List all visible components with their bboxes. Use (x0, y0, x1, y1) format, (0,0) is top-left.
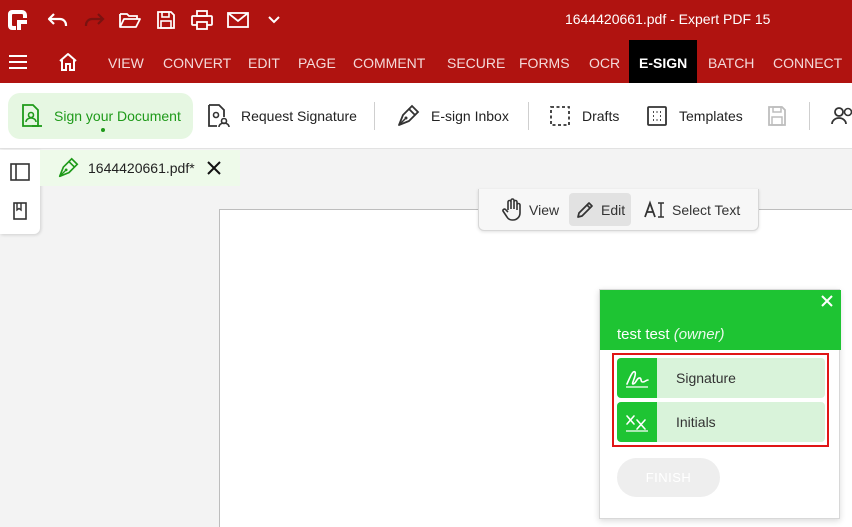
signature-field-label: Signature (676, 370, 736, 386)
initials-field-button[interactable]: Initials (617, 402, 825, 442)
undo-icon[interactable] (42, 0, 74, 40)
signer-name: test test (617, 326, 670, 343)
tab-page[interactable]: PAGE (298, 40, 336, 83)
hand-icon (502, 197, 521, 221)
request-signature-icon (208, 104, 230, 128)
tab-comment[interactable]: COMMENT (353, 40, 425, 83)
view-mode-button[interactable]: View (495, 193, 565, 226)
tab-view[interactable]: VIEW (108, 40, 144, 83)
side-panel (0, 150, 40, 234)
pen-nib-icon (56, 156, 80, 180)
select-text-button[interactable]: Select Text (638, 193, 746, 226)
tab-batch[interactable]: BATCH (708, 40, 754, 83)
sign-your-document-button[interactable]: Sign your Document (8, 93, 193, 139)
close-icon[interactable] (819, 293, 835, 309)
sign-your-document-label: Sign your Document (54, 108, 181, 124)
mode-toolbar: View Edit Select Text (478, 189, 759, 231)
email-icon[interactable] (222, 0, 254, 40)
templates-icon (647, 106, 667, 126)
app-logo-icon[interactable] (2, 0, 34, 40)
title-bar: 1644420661.pdf - Expert PDF 15 (0, 0, 852, 40)
drafts-label: Drafts (582, 108, 620, 124)
tab-edit[interactable]: EDIT (248, 40, 280, 83)
drafts-icon (550, 106, 570, 126)
sign-panel: test test (owner) Signature Initials FIN… (599, 289, 841, 519)
users-icon (831, 107, 852, 125)
esign-inbox-label: E-sign Inbox (431, 108, 509, 124)
save-template-icon (768, 106, 786, 126)
pen-nib-icon (398, 104, 420, 126)
bookmark-icon[interactable] (9, 200, 31, 222)
tab-convert[interactable]: CONVERT (163, 40, 231, 83)
tab-secure[interactable]: SECURE (447, 40, 505, 83)
active-indicator (100, 128, 105, 132)
home-icon[interactable] (58, 40, 78, 83)
tab-esign[interactable]: E-SIGN (629, 40, 698, 83)
save-template-button (766, 93, 798, 139)
panel-toggle-icon[interactable] (9, 161, 31, 183)
initials-field-label: Initials (676, 414, 716, 430)
tab-ocr[interactable]: OCR (589, 40, 620, 83)
sign-panel-header: test test (owner) (600, 290, 841, 350)
hamburger-menu-icon[interactable] (8, 40, 28, 83)
ribbon-divider (528, 102, 529, 130)
ribbon-divider (809, 102, 810, 130)
templates-button[interactable]: Templates (645, 93, 743, 139)
request-signature-label: Request Signature (241, 108, 357, 124)
signature-icon (617, 358, 657, 398)
request-signature-button[interactable]: Request Signature (205, 93, 357, 139)
text-cursor-icon (644, 199, 664, 218)
initials-icon (617, 402, 657, 442)
ribbon: Sign your Document Request Signature E-s… (0, 83, 852, 149)
signer-role: (owner) (673, 326, 725, 343)
document-tab-name: 1644420661.pdf* (88, 160, 195, 176)
document-tab[interactable]: 1644420661.pdf* (40, 150, 240, 186)
templates-label: Templates (679, 108, 743, 124)
open-folder-icon[interactable] (114, 0, 146, 40)
chevron-down-icon[interactable] (258, 0, 290, 40)
edit-mode-label: Edit (601, 201, 626, 218)
document-user-icon (22, 104, 42, 127)
signature-field-button[interactable]: Signature (617, 358, 825, 398)
edit-mode-button[interactable]: Edit (569, 193, 632, 226)
menu-bar: VIEW CONVERT EDIT PAGE COMMENT SECURE FO… (0, 40, 852, 83)
ribbon-divider (374, 102, 375, 130)
pencil-icon (577, 201, 593, 218)
esign-inbox-button[interactable]: E-sign Inbox (395, 93, 509, 139)
print-icon[interactable] (186, 0, 218, 40)
signer-info: test test (owner) (617, 326, 725, 343)
select-text-label: Select Text (672, 201, 741, 218)
close-tab-icon[interactable] (202, 156, 226, 180)
save-icon[interactable] (150, 0, 182, 40)
tab-connect[interactable]: CONNECT (773, 40, 842, 83)
tab-forms[interactable]: FORMS (519, 40, 570, 83)
finish-button[interactable]: FINISH (617, 458, 720, 497)
window-title: 1644420661.pdf - Expert PDF 15 (565, 11, 771, 27)
view-mode-label: View (529, 201, 560, 218)
users-button[interactable] (830, 93, 852, 139)
redo-icon (78, 0, 110, 40)
drafts-button[interactable]: Drafts (548, 93, 619, 139)
